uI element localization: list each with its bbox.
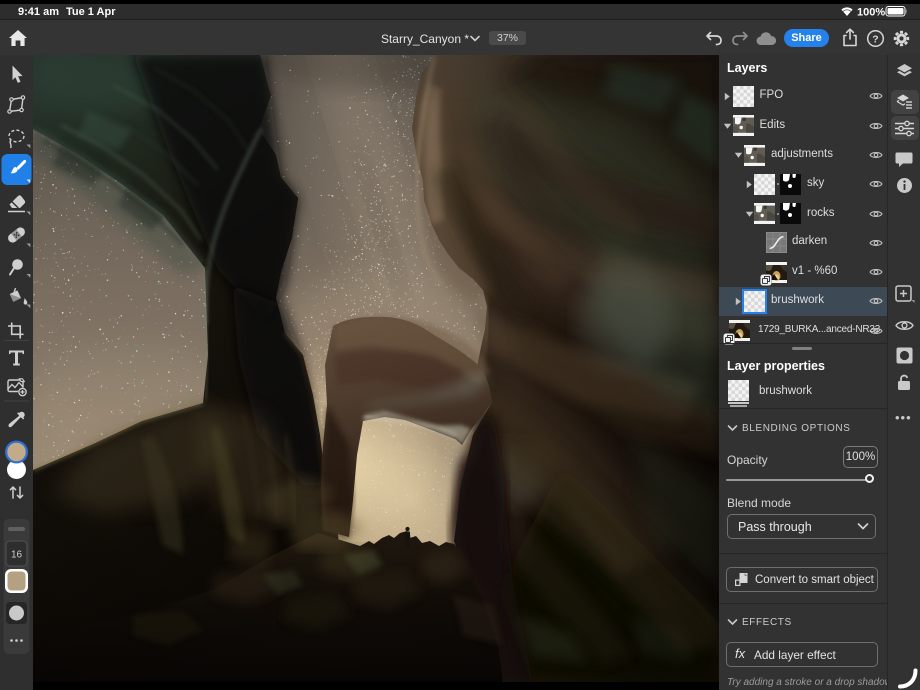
svg-text:16: 16 xyxy=(11,550,23,561)
svg-text:?: ? xyxy=(872,33,878,45)
svg-text:100%: 100% xyxy=(857,7,885,19)
